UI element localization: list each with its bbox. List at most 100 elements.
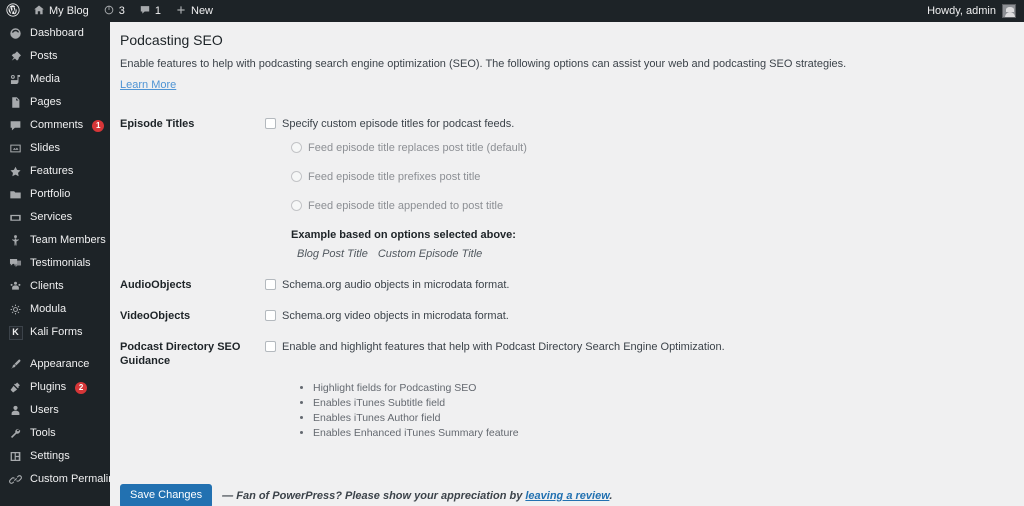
sidebar-item-label: Plugins bbox=[30, 381, 67, 393]
form-field-episode-titles: Specify custom episode titles for podcas… bbox=[265, 109, 940, 270]
sidebar-item-custom-permalinks[interactable]: Custom Permalinks bbox=[0, 468, 110, 491]
form-row-episode-titles: Episode Titles Specify custom episode ti… bbox=[110, 109, 940, 270]
form-field-video-objects: Schema.org video objects in microdata fo… bbox=[265, 301, 940, 332]
settings-icon bbox=[8, 449, 23, 464]
person-icon bbox=[8, 233, 23, 248]
podcasting-seo-form-table: Episode Titles Specify custom episode ti… bbox=[110, 109, 940, 449]
save-changes-button[interactable]: Save Changes bbox=[120, 484, 213, 506]
learn-more-link[interactable]: Learn More bbox=[110, 70, 176, 91]
sidebar-item-services[interactable]: Services bbox=[0, 206, 110, 229]
example-heading: Example based on options selected above: bbox=[291, 229, 516, 241]
sidebar-item-appearance[interactable]: Appearance bbox=[0, 353, 110, 376]
sidebar-item-tools[interactable]: Tools bbox=[0, 422, 110, 445]
sidebar-item-clients[interactable]: Clients bbox=[0, 275, 110, 298]
sidebar-item-label: Dashboard bbox=[30, 27, 84, 39]
sidebar-item-features[interactable]: Features bbox=[0, 160, 110, 183]
form-label-audio-objects: AudioObjects bbox=[120, 279, 192, 291]
avatar-icon bbox=[1002, 4, 1016, 18]
comments-menu[interactable]: 1 bbox=[132, 0, 168, 22]
radio-label-replaces: Feed episode title replaces post title (… bbox=[308, 142, 527, 154]
sidebar-item-label: Slides bbox=[30, 142, 60, 154]
list-item: Highlight fields for Podcasting SEO bbox=[313, 381, 930, 396]
page-title: Podcasting SEO bbox=[120, 32, 223, 48]
example-parts: Blog Post Title Custom Episode Title bbox=[291, 247, 930, 262]
example-part-custom-episode-title: Custom Episode Title bbox=[377, 248, 483, 260]
sidebar-item-label: Users bbox=[30, 404, 59, 416]
audio-objects-checkbox[interactable] bbox=[265, 279, 276, 290]
sidebar-item-label: Appearance bbox=[30, 358, 90, 370]
radio-title-appended[interactable] bbox=[291, 200, 302, 211]
dashboard-icon bbox=[8, 26, 23, 41]
page-icon bbox=[8, 95, 23, 110]
leaving-a-review-link[interactable]: leaving a review bbox=[525, 490, 609, 502]
kali-forms-icon: K bbox=[8, 325, 23, 340]
sidebar-item-label: Features bbox=[30, 165, 74, 177]
review-note: — Fan of PowerPress? Please show your ap… bbox=[222, 490, 612, 502]
video-objects-checkbox[interactable] bbox=[265, 310, 276, 321]
radio-title-replaces[interactable] bbox=[291, 142, 302, 153]
sidebar-item-label: Portfolio bbox=[30, 188, 71, 200]
form-label-podcast-directory-seo-guidance: Podcast Directory SEO Guidance bbox=[120, 341, 241, 367]
seo-guidance-checkbox[interactable] bbox=[265, 341, 276, 352]
example-part-blog-post-title: Blog Post Title bbox=[297, 248, 368, 260]
my-account-menu[interactable]: Howdy, admin bbox=[920, 0, 1024, 22]
sidebar-item-label: Clients bbox=[30, 280, 64, 292]
radio-title-prefixes[interactable] bbox=[291, 171, 302, 182]
services-icon bbox=[8, 210, 23, 225]
testimonial-icon bbox=[8, 256, 23, 271]
sidebar-item-team-members[interactable]: Team Members bbox=[0, 229, 110, 252]
episode-title-example: Example based on options selected above:… bbox=[291, 228, 930, 262]
review-note-suffix: . bbox=[609, 490, 613, 502]
video-objects-checkbox-row[interactable]: Schema.org video objects in microdata fo… bbox=[265, 309, 930, 324]
link-icon bbox=[8, 472, 23, 487]
media-icon bbox=[8, 72, 23, 87]
pin-icon bbox=[8, 49, 23, 64]
video-objects-checkbox-label: Schema.org video objects in microdata fo… bbox=[282, 310, 509, 322]
episode-titles-checkbox-row[interactable]: Specify custom episode titles for podcas… bbox=[265, 117, 930, 132]
sidebar-item-modula[interactable]: Modula bbox=[0, 298, 110, 321]
seo-guidance-checkbox-row[interactable]: Enable and highlight features that help … bbox=[265, 340, 930, 355]
form-field-audio-objects: Schema.org audio objects in microdata fo… bbox=[265, 270, 940, 301]
sidebar-item-dashboard[interactable]: Dashboard bbox=[0, 22, 110, 45]
admin-sidebar-menu[interactable]: Dashboard Posts Media Pages Comments 1 S… bbox=[0, 22, 110, 506]
sidebar-item-pages[interactable]: Pages bbox=[0, 91, 110, 114]
home-icon bbox=[33, 4, 45, 18]
form-row-podcast-directory-seo-guidance: Podcast Directory SEO Guidance Enable an… bbox=[110, 332, 940, 449]
sidebar-item-kali-forms[interactable]: K Kali Forms bbox=[0, 321, 110, 344]
sidebar-item-portfolio[interactable]: Portfolio bbox=[0, 183, 110, 206]
audio-objects-checkbox-row[interactable]: Schema.org audio objects in microdata fo… bbox=[265, 278, 930, 293]
sidebar-item-testimonials[interactable]: Testimonials bbox=[0, 252, 110, 275]
submit-row: Save Changes — Fan of PowerPress? Please… bbox=[120, 484, 612, 506]
wordpress-logo-button[interactable] bbox=[0, 0, 26, 22]
admin-bar: My Blog 3 1 New Howdy, admin bbox=[0, 0, 1024, 22]
form-row-video-objects: VideoObjects Schema.org video objects in… bbox=[110, 301, 940, 332]
sidebar-item-media[interactable]: Media bbox=[0, 68, 110, 91]
plugins-update-badge: 2 bbox=[75, 381, 88, 394]
sidebar-item-slides[interactable]: Slides bbox=[0, 137, 110, 160]
star-icon bbox=[8, 164, 23, 179]
modula-icon bbox=[8, 302, 23, 317]
radio-row-replaces[interactable]: Feed episode title replaces post title (… bbox=[291, 141, 930, 156]
sidebar-item-plugins[interactable]: Plugins 2 bbox=[0, 376, 110, 399]
sidebar-item-label: Custom Permalinks bbox=[30, 473, 110, 485]
updates-icon bbox=[103, 4, 115, 18]
site-name-menu[interactable]: My Blog bbox=[26, 0, 96, 22]
radio-row-prefixes[interactable]: Feed episode title prefixes post title bbox=[291, 170, 930, 185]
sidebar-item-label: Tools bbox=[30, 427, 56, 439]
page-description: Enable features to help with podcasting … bbox=[120, 58, 847, 70]
new-content-menu[interactable]: New bbox=[168, 0, 220, 22]
sidebar-item-comments[interactable]: Comments 1 bbox=[0, 114, 110, 137]
episode-titles-checkbox[interactable] bbox=[265, 118, 276, 129]
radio-row-appended[interactable]: Feed episode title appended to post titl… bbox=[291, 199, 930, 214]
comment-bubble-icon bbox=[139, 4, 151, 18]
sidebar-item-label: Kali Forms bbox=[30, 326, 83, 338]
sidebar-item-settings[interactable]: Settings bbox=[0, 445, 110, 468]
sidebar-item-label: Settings bbox=[30, 450, 70, 462]
updates-menu[interactable]: 3 bbox=[96, 0, 132, 22]
sidebar-item-posts[interactable]: Posts bbox=[0, 45, 110, 68]
sidebar-separator bbox=[0, 344, 110, 353]
sidebar-item-users[interactable]: Users bbox=[0, 399, 110, 422]
plugin-icon bbox=[8, 380, 23, 395]
audio-objects-checkbox-label: Schema.org audio objects in microdata fo… bbox=[282, 279, 510, 291]
sidebar-item-label: Media bbox=[30, 73, 60, 85]
